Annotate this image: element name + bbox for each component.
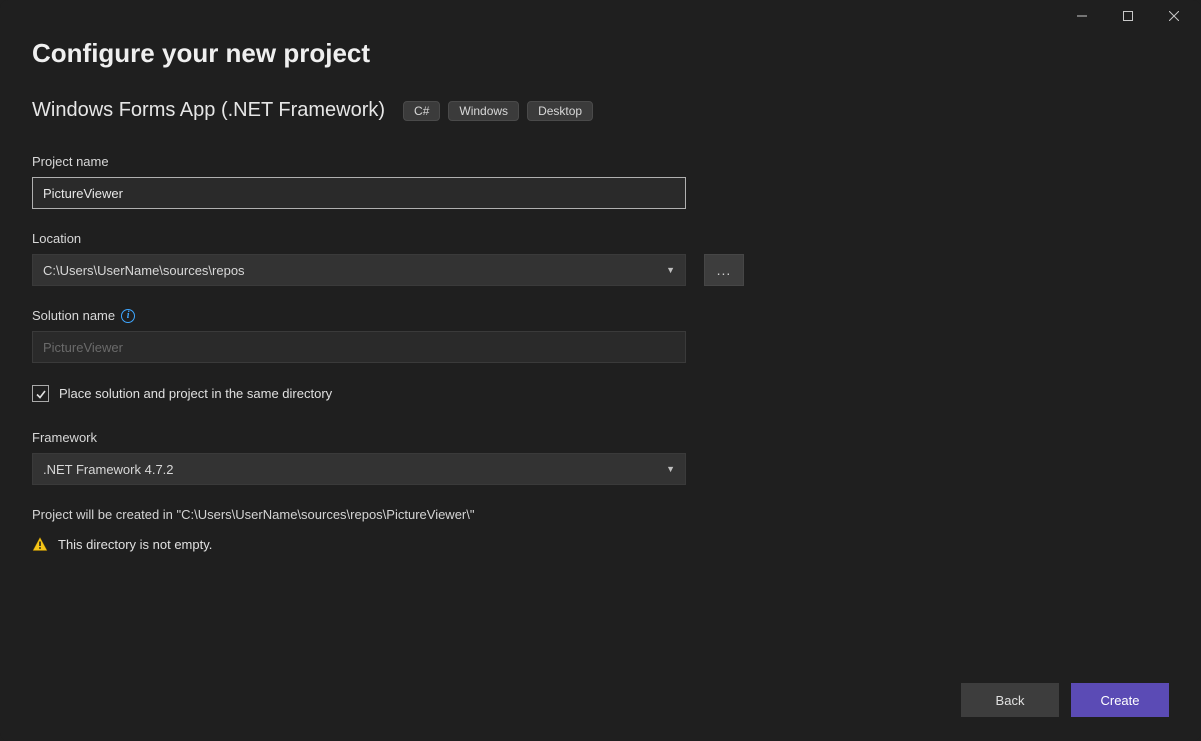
- back-button[interactable]: Back: [961, 683, 1059, 717]
- create-button[interactable]: Create: [1071, 683, 1169, 717]
- chevron-down-icon: ▼: [666, 265, 675, 275]
- minimize-icon: [1077, 11, 1087, 21]
- tag-projecttype: Desktop: [527, 101, 593, 121]
- warning-text: This directory is not empty.: [58, 537, 212, 552]
- framework-group: Framework .NET Framework 4.7.2 ▼: [32, 430, 1169, 485]
- project-name-label: Project name: [32, 154, 1169, 169]
- dialog-content: Configure your new project Windows Forms…: [0, 32, 1201, 552]
- maximize-icon: [1123, 11, 1133, 21]
- tag-language: C#: [403, 101, 440, 121]
- framework-value: .NET Framework 4.7.2: [43, 462, 174, 477]
- tag-platform: Windows: [448, 101, 519, 121]
- framework-combobox[interactable]: .NET Framework 4.7.2 ▼: [32, 453, 686, 485]
- warning-row: This directory is not empty.: [32, 536, 1169, 552]
- location-value: C:\Users\UserName\sources\repos: [43, 263, 245, 278]
- same-directory-label: Place solution and project in the same d…: [59, 386, 332, 401]
- chevron-down-icon: ▼: [666, 464, 675, 474]
- solution-name-input[interactable]: [32, 331, 686, 363]
- info-icon[interactable]: i: [121, 309, 135, 323]
- page-title: Configure your new project: [32, 38, 1169, 69]
- template-tags: C# Windows Desktop: [403, 101, 593, 121]
- maximize-button[interactable]: [1105, 1, 1151, 31]
- dialog-window: Configure your new project Windows Forms…: [0, 0, 1201, 741]
- template-name: Windows Forms App (.NET Framework): [32, 99, 385, 122]
- template-row: Windows Forms App (.NET Framework) C# Wi…: [32, 99, 1169, 122]
- solution-name-label: Solution name i: [32, 308, 1169, 323]
- solution-name-label-text: Solution name: [32, 308, 115, 323]
- minimize-button[interactable]: [1059, 1, 1105, 31]
- framework-label: Framework: [32, 430, 1169, 445]
- project-name-input[interactable]: [32, 177, 686, 209]
- warning-icon: [32, 536, 48, 552]
- browse-button[interactable]: ...: [704, 254, 744, 286]
- create-path-status: Project will be created in "C:\Users\Use…: [32, 507, 1169, 522]
- checkmark-icon: [35, 388, 47, 400]
- solution-name-group: Solution name i: [32, 308, 1169, 363]
- close-icon: [1169, 11, 1179, 21]
- location-row: C:\Users\UserName\sources\repos ▼ ...: [32, 254, 1169, 286]
- dialog-footer: Back Create: [961, 683, 1169, 717]
- project-name-group: Project name: [32, 154, 1169, 209]
- location-combobox[interactable]: C:\Users\UserName\sources\repos ▼: [32, 254, 686, 286]
- same-directory-checkbox[interactable]: [32, 385, 49, 402]
- same-directory-row: Place solution and project in the same d…: [32, 385, 1169, 402]
- close-button[interactable]: [1151, 1, 1197, 31]
- location-group: Location C:\Users\UserName\sources\repos…: [32, 231, 1169, 286]
- titlebar: [0, 0, 1201, 32]
- location-label: Location: [32, 231, 1169, 246]
